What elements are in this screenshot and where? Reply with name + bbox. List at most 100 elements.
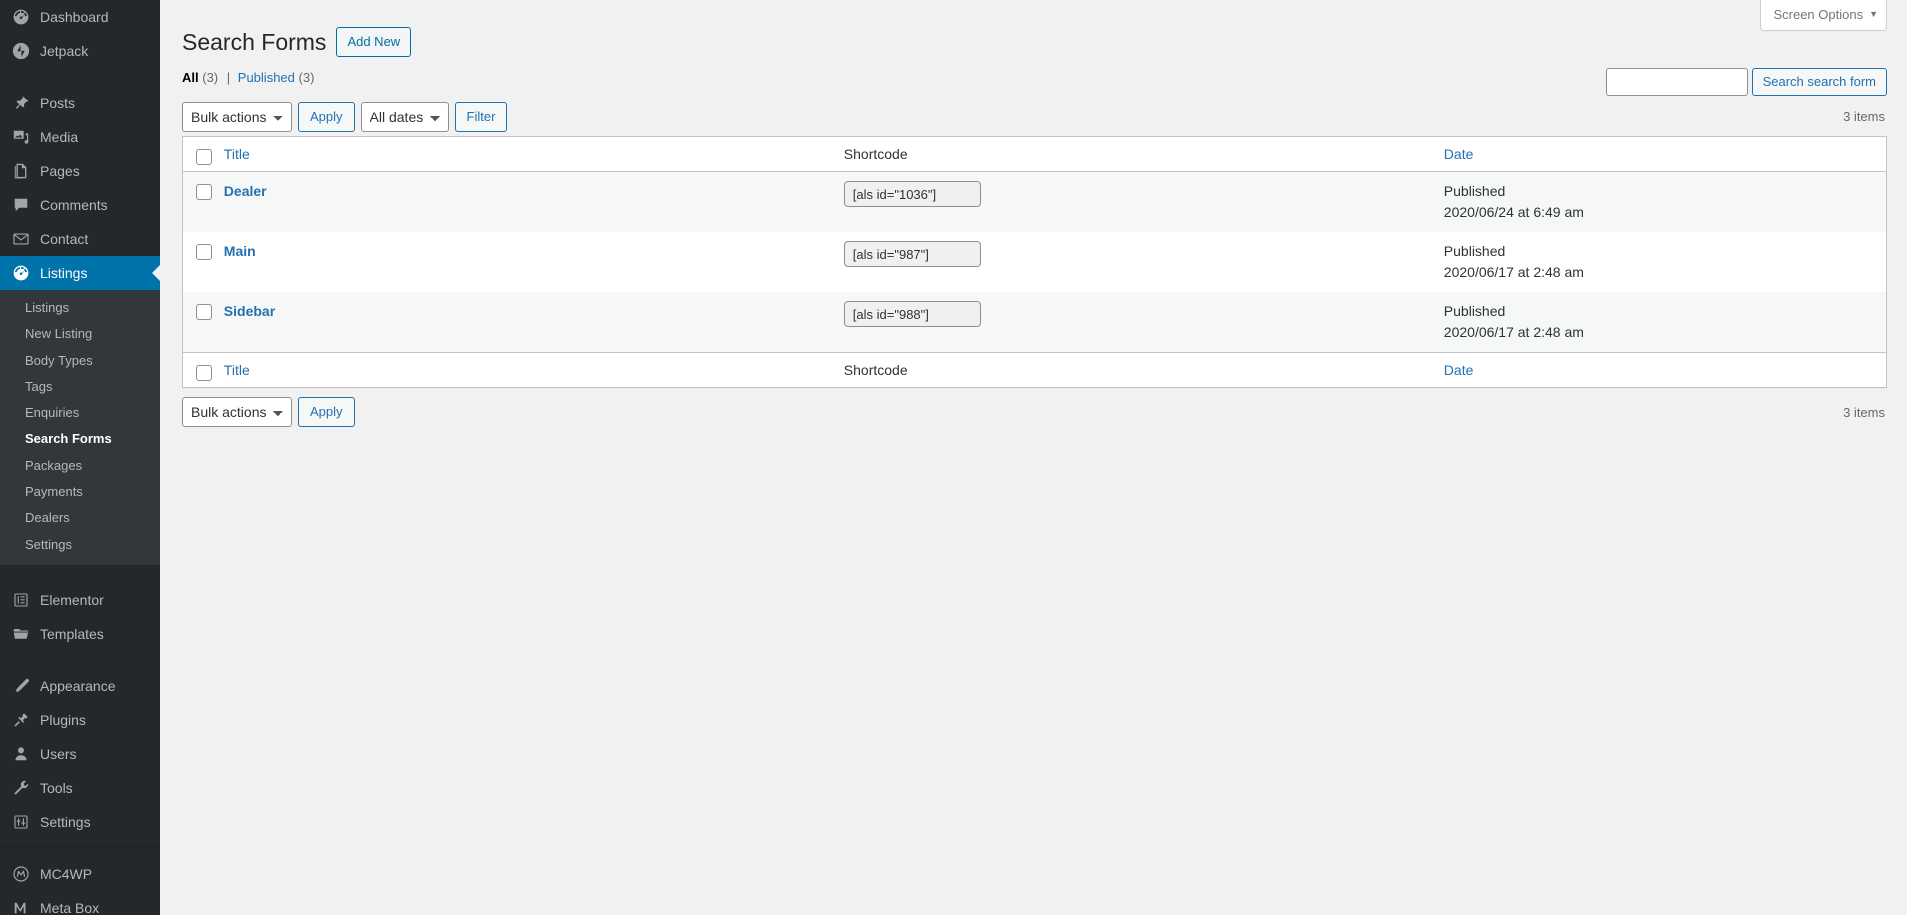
view-filter-published[interactable]: Published (3) [238, 70, 315, 85]
select-all-wrap [186, 148, 214, 167]
sidebar-subitem-listings[interactable]: Listings [0, 295, 160, 321]
view-filter-published-link[interactable]: Published [238, 70, 295, 85]
bulk-actions-select-bottom[interactable]: Bulk actions [182, 397, 292, 428]
sidebar-item-mc4wp[interactable]: MC4WP [0, 857, 160, 891]
bulk-actions-select-top[interactable]: Bulk actions [182, 101, 292, 132]
screen-meta-links: Screen Options ▼ [1760, 0, 1887, 31]
sidebar-item-comments[interactable]: Comments [0, 188, 160, 222]
apply-button-bottom[interactable]: Apply [298, 397, 355, 428]
row-checkbox[interactable] [196, 304, 212, 321]
sidebar-item-pages[interactable]: Pages [0, 154, 160, 188]
sidebar-submenu-listings: Listings New Listing Body Types Tags Enq… [0, 290, 160, 565]
search-forms-table: Title Shortcode Date Dealer [als id="103… [182, 135, 1887, 389]
table-footer-row: Title Shortcode Date [183, 352, 1886, 387]
sidebar-divider [0, 658, 160, 660]
sidebar-item-media[interactable]: Media [0, 120, 160, 154]
page-title-row: Search Forms Add New [182, 10, 1887, 62]
comments-icon [11, 195, 31, 215]
column-footer-date[interactable]: Date [1433, 352, 1886, 387]
shortcode-input[interactable] [843, 301, 981, 328]
sidebar-item-listings[interactable]: Listings [0, 256, 160, 290]
sidebar-subitem-search-forms[interactable]: Search Forms [0, 426, 160, 452]
sidebar-item-label: Settings [40, 813, 91, 830]
sidebar-item-appearance[interactable]: Appearance [0, 669, 160, 703]
view-filter-all-link[interactable]: All [182, 70, 199, 85]
sidebar-item-plugins[interactable]: Plugins [0, 703, 160, 737]
shortcode-input[interactable] [843, 241, 981, 268]
sidebar-item-templates[interactable]: Templates [0, 617, 160, 651]
table-body: Dealer Published 2020/06/24 at 6:49 am [183, 172, 1886, 353]
sidebar-item-jetpack[interactable]: Jetpack [0, 34, 160, 68]
items-count-bottom: 3 items [1843, 404, 1885, 420]
table-foot: Title Shortcode Date [183, 352, 1886, 387]
column-footer-date-link[interactable]: Date [1444, 362, 1474, 378]
sidebar-subitem-dealers[interactable]: Dealers [0, 505, 160, 531]
column-header-date[interactable]: Date [1433, 137, 1886, 173]
row-title-link[interactable]: Main [224, 243, 256, 259]
sidebar-subitem-tags[interactable]: Tags [0, 374, 160, 400]
sidebar-item-meta-box[interactable]: Meta Box [0, 891, 160, 915]
sidebar-item-dashboard[interactable]: Dashboard [0, 0, 160, 34]
view-filter-all[interactable]: All (3) | [182, 70, 234, 85]
sidebar-item-label: Jetpack [40, 43, 89, 59]
row-checkbox-cell [183, 292, 214, 352]
date-filter-select[interactable]: All dates [360, 101, 449, 132]
row-title-cell: Main [214, 232, 834, 292]
sidebar-item-contact[interactable]: Contact [0, 222, 160, 256]
sidebar-item-settings[interactable]: Settings [0, 805, 160, 839]
apply-button-top[interactable]: Apply [298, 101, 355, 132]
sidebar-item-posts[interactable]: Posts [0, 86, 160, 120]
row-status: Published [1443, 243, 1506, 260]
wrench-icon [11, 778, 31, 798]
sidebar-subitem-body-types[interactable]: Body Types [0, 348, 160, 374]
row-checkbox-cell [183, 172, 214, 232]
select-all-header [183, 137, 214, 173]
search-input[interactable] [1605, 67, 1748, 96]
row-status: Published [1443, 303, 1506, 320]
sidebar-subitem-settings[interactable]: Settings [0, 532, 160, 558]
row-title-cell: Dealer [214, 172, 834, 232]
column-header-title[interactable]: Title [213, 137, 834, 173]
screen-options-label: Screen Options [1773, 7, 1864, 22]
column-header-title-link[interactable]: Title [224, 146, 250, 162]
row-title-link[interactable]: Sidebar [224, 303, 275, 319]
sidebar-subitem-new-listing[interactable]: New Listing [0, 321, 160, 347]
add-new-button[interactable]: Add New [336, 27, 412, 58]
sidebar-item-label: Dashboard [40, 9, 109, 25]
jetpack-icon [11, 41, 31, 61]
screen-options-button[interactable]: Screen Options ▼ [1760, 0, 1887, 31]
sliders-icon [11, 812, 31, 832]
select-all-checkbox-bottom[interactable] [196, 365, 212, 382]
row-checkbox-wrap [186, 303, 214, 325]
shortcode-input[interactable] [843, 181, 981, 208]
row-checkbox[interactable] [196, 184, 212, 201]
column-header-date-link[interactable]: Date [1444, 146, 1474, 162]
search-submit-button[interactable]: Search search form [1751, 67, 1887, 96]
sidebar-item-label: MC4WP [40, 865, 93, 882]
sidebar-item-elementor[interactable]: Elementor [0, 583, 160, 617]
page-wrap: Search Forms Add New All (3) | Published… [160, 0, 1907, 428]
select-all-footer [183, 352, 214, 387]
sidebar-divider [0, 572, 160, 574]
select-all-checkbox-top[interactable] [196, 148, 212, 165]
sidebar-item-label: Users [40, 745, 77, 762]
metabox-icon [11, 898, 31, 915]
sidebar-subitem-payments[interactable]: Payments [0, 479, 160, 505]
filter-button[interactable]: Filter [454, 101, 508, 132]
row-title-cell: Sidebar [214, 292, 834, 352]
column-header-shortcode-label: Shortcode [843, 145, 908, 162]
bulk-actions-top: Bulk actions Apply All dates Filter [182, 101, 508, 132]
sidebar-group-system: Appearance Plugins Users Tools Settings [0, 669, 160, 839]
column-footer-title-link[interactable]: Title [224, 362, 250, 378]
row-checkbox[interactable] [196, 244, 212, 261]
sidebar-item-users[interactable]: Users [0, 737, 160, 771]
row-title-link[interactable]: Dealer [224, 183, 267, 199]
search-box: Search search form [1605, 62, 1887, 96]
sidebar-subitem-enquiries[interactable]: Enquiries [0, 400, 160, 426]
sidebar-item-label: Media [40, 129, 79, 145]
column-footer-shortcode-label: Shortcode [843, 362, 908, 379]
sidebar-item-tools[interactable]: Tools [0, 771, 160, 805]
column-footer-title[interactable]: Title [213, 352, 834, 387]
sidebar-item-label: Plugins [40, 711, 86, 728]
sidebar-subitem-packages[interactable]: Packages [0, 453, 160, 479]
